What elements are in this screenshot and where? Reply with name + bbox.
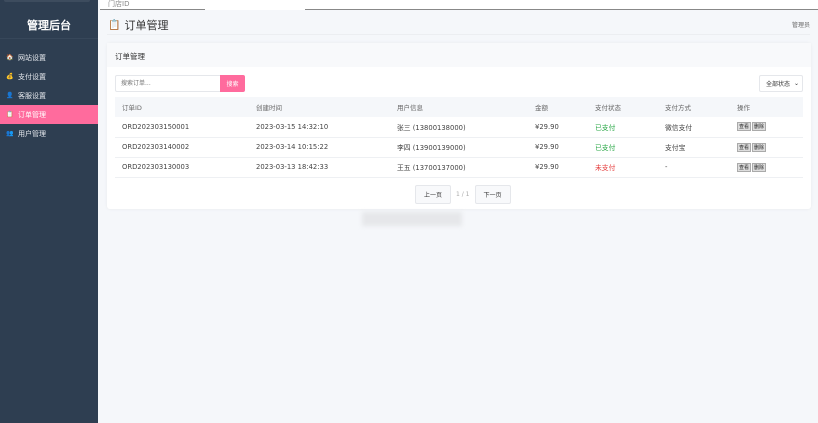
- chevron-down-icon: ⌄: [793, 80, 799, 87]
- delete-button[interactable]: 删除: [752, 122, 767, 132]
- sidebar-top-box: [4, 0, 90, 2]
- payment-status: 已支付: [588, 117, 658, 138]
- column-header: 用户信息: [390, 97, 528, 117]
- payment-method: 支付宝: [658, 137, 730, 158]
- store-id-label: 门店ID: [108, 0, 130, 8]
- sidebar-item-2[interactable]: 👤 客服设置: [0, 86, 98, 105]
- sidebar-item-1[interactable]: 💰 支付设置: [0, 67, 98, 86]
- user-name[interactable]: 管理员: [792, 20, 810, 29]
- top-overlay-panel: 门店ID: [100, 0, 818, 10]
- divider: [0, 38, 98, 39]
- person-icon: 👤: [6, 92, 14, 99]
- page-info: 1 / 1: [456, 191, 470, 198]
- sidebar: 管理后台 🏠 网站设置 💰 支付设置 👤 客服设置 📋 订单管理 👥 用户管理: [0, 0, 98, 423]
- sidebar-item-label: 订单管理: [18, 110, 46, 119]
- payment-status: 未支付: [588, 157, 658, 178]
- status-filter-value: 全部状态: [766, 81, 791, 88]
- search-button[interactable]: 搜索: [220, 75, 245, 92]
- search-input[interactable]: [115, 75, 221, 92]
- users-icon: 👥: [6, 130, 14, 137]
- page-title-text: 订单管理: [124, 19, 169, 32]
- next-page-button[interactable]: 下一页: [474, 185, 511, 204]
- amount: ¥29.90: [528, 157, 588, 178]
- created-time: 2023-03-14 10:15:22: [249, 137, 390, 158]
- status-filter-select[interactable]: 全部状态 ⌄: [759, 75, 803, 92]
- payment-method: 微信支付: [658, 117, 730, 138]
- actions: 查看 删除: [730, 137, 803, 158]
- payment-status: 已支付: [588, 137, 658, 158]
- column-header: 金额: [528, 97, 588, 117]
- actions: 查看 删除: [730, 157, 803, 178]
- created-time: 2023-03-15 14:32:10: [249, 117, 390, 138]
- sidebar-item-label: 客服设置: [18, 91, 46, 100]
- divider: [107, 34, 810, 35]
- column-header: 操作: [730, 97, 803, 117]
- actions: 查看 删除: [730, 117, 803, 138]
- user-info: 李四 (13900139000): [390, 137, 528, 158]
- sidebar-item-label: 支付设置: [18, 72, 46, 81]
- user-info: 张三 (13800138000): [390, 117, 528, 138]
- amount: ¥29.90: [528, 137, 588, 158]
- sidebar-menu: 🏠 网站设置 💰 支付设置 👤 客服设置 📋 订单管理 👥 用户管理: [0, 48, 98, 143]
- home-icon: 🏠: [6, 54, 14, 61]
- orders-card: 订单管理 搜索 全部状态⌄ 订单ID创建时间用户信息金额支付状态支付方式操作 O…: [107, 43, 811, 209]
- order-id: ORD202303130003: [115, 157, 249, 178]
- clipboard-icon: 📋: [6, 111, 14, 118]
- coin-icon: 💰: [6, 73, 14, 80]
- column-header: 订单ID: [115, 97, 249, 117]
- order-id: ORD202303150001: [115, 117, 249, 138]
- amount: ¥29.90: [528, 117, 588, 138]
- view-button[interactable]: 查看: [737, 122, 752, 132]
- delete-button[interactable]: 删除: [752, 162, 767, 172]
- brand-title: 管理后台: [27, 19, 71, 32]
- sidebar-item-0[interactable]: 🏠 网站设置: [0, 48, 98, 67]
- clipboard-icon: 📋: [108, 19, 121, 31]
- sidebar-item-label: 用户管理: [18, 129, 46, 138]
- table-row: ORD202303130003 2023-03-13 18:42:33 王五 (…: [115, 157, 803, 178]
- page-title: 📋 订单管理: [108, 17, 168, 33]
- delete-button[interactable]: 删除: [752, 142, 767, 152]
- created-time: 2023-03-13 18:42:33: [249, 157, 390, 178]
- column-header: 支付状态: [588, 97, 658, 117]
- card-title: 订单管理: [107, 43, 811, 67]
- blurred-watermark: [362, 212, 462, 226]
- order-id: ORD202303140002: [115, 137, 249, 158]
- column-header: 创建时间: [249, 97, 390, 117]
- view-button[interactable]: 查看: [737, 162, 752, 172]
- column-header: 支付方式: [658, 97, 730, 117]
- user-info: 王五 (13700137000): [390, 157, 528, 178]
- orders-table: 订单ID 创建时间 用户信息 金额 支付状态 支付方式 操作 ORD202303150001…: [115, 97, 803, 178]
- table-row: ORD202303150001 2023-03-15 14:32:10 张三 (…: [115, 117, 803, 138]
- payment-method: -: [658, 157, 730, 178]
- table-row: ORD202303140002 2023-03-14 10:15:22 李四 (…: [115, 137, 803, 158]
- sidebar-item-label: 网站设置: [18, 53, 46, 62]
- sidebar-item-3[interactable]: 📋 订单管理: [0, 105, 98, 124]
- pagination: 上一页 1 / 1 下一页: [415, 185, 511, 204]
- prev-page-button[interactable]: 上一页: [415, 185, 452, 204]
- sidebar-item-4[interactable]: 👥 用户管理: [0, 124, 98, 143]
- view-button[interactable]: 查看: [737, 142, 752, 152]
